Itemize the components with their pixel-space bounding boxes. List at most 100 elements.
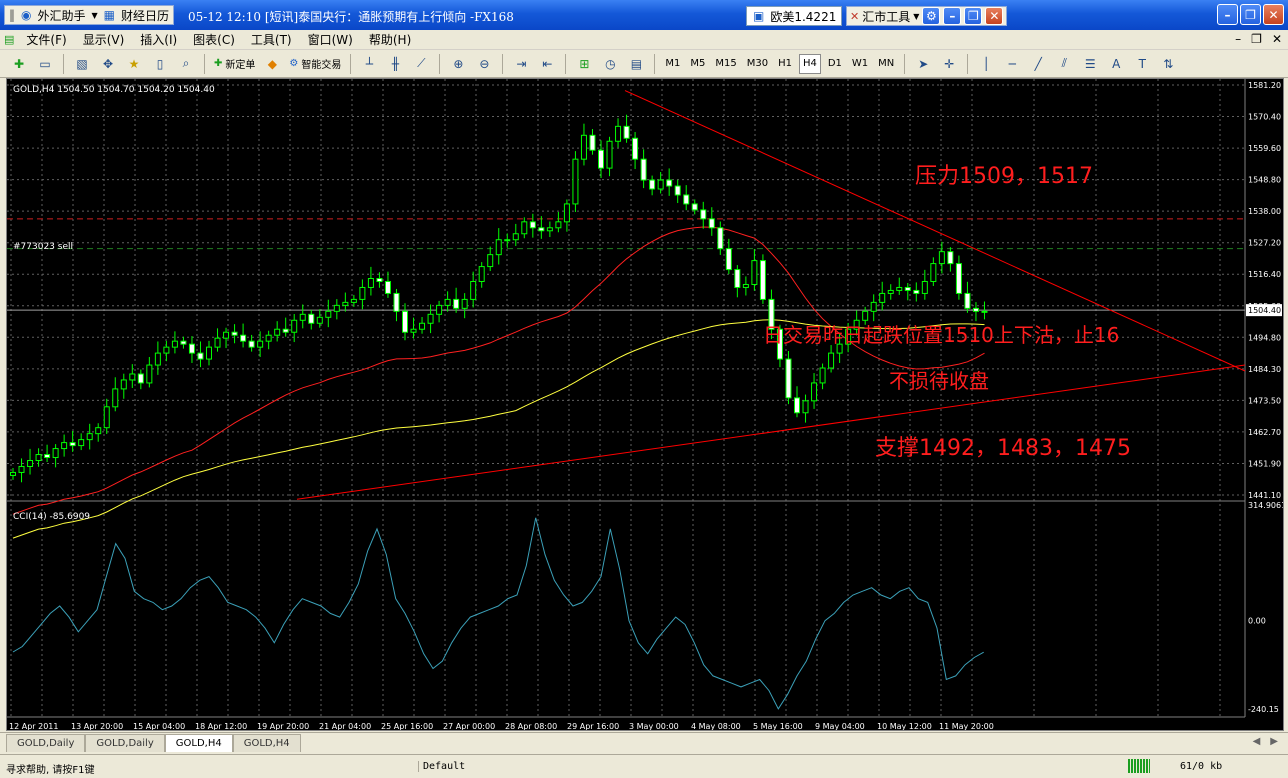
text-icon[interactable]: A — [1105, 53, 1127, 75]
tab-gold-h4-2[interactable]: GOLD,H4 — [232, 734, 301, 752]
candle-body — [751, 260, 758, 285]
zoom-out-icon[interactable]: ⊖ — [473, 53, 495, 75]
fibonacci-icon[interactable]: ☰ — [1079, 53, 1101, 75]
periods-icon[interactable]: ◷ — [599, 53, 621, 75]
autoscroll-icon[interactable]: ⇥ — [510, 53, 532, 75]
toolbar-separator — [565, 53, 567, 74]
tab-gold-daily-1[interactable]: GOLD,Daily — [6, 734, 86, 752]
fx-tools-label: 汇市工具 — [862, 9, 911, 24]
strategy-annotation-2: 不损待收盘 — [889, 369, 989, 393]
text-label-icon[interactable]: T — [1131, 53, 1153, 75]
menu-file[interactable]: 文件(F) — [18, 31, 74, 48]
timeframe-h4[interactable]: H4 — [798, 53, 821, 74]
tester-icon[interactable]: ⌕ — [175, 53, 197, 75]
zoom-in-icon[interactable]: ⊕ — [447, 53, 469, 75]
menu-help[interactable]: 帮助(H) — [361, 31, 419, 48]
candle-body — [598, 149, 604, 169]
timeframe-m15[interactable]: M15 — [712, 54, 739, 74]
fx-tools-menu[interactable]: ✕ 汇市工具 ▼ ⚙ – ❐ ✕ — [846, 6, 1008, 26]
timeframe-m30[interactable]: M30 — [744, 54, 771, 74]
calendar-button[interactable]: 财经日历 — [121, 7, 169, 24]
cci-line — [12, 517, 984, 710]
candle-body — [478, 266, 485, 282]
menu-insert[interactable]: 插入(I) — [132, 31, 185, 48]
chart-canvas[interactable]: 1581.20 1570.40 1559.60 1548.80 1538.00 1527.… — [7, 79, 1286, 731]
price-tick-label: 1570.40 — [1248, 113, 1281, 122]
candle-body — [734, 269, 741, 288]
candlestick-icon[interactable]: ╫ — [384, 53, 406, 75]
minimize-button[interactable]: – — [1217, 4, 1238, 25]
terminal-icon[interactable]: ▯ — [149, 53, 171, 75]
candle-body — [487, 254, 494, 268]
mdi-controls: – ❐ ✕ — [1235, 32, 1282, 46]
candle-body — [265, 334, 272, 342]
plugin-restore-button[interactable]: ❐ — [964, 7, 983, 25]
trendline-icon[interactable]: ╱ — [1027, 53, 1049, 75]
new-order-button[interactable]: ✚ 新定单 — [212, 53, 257, 75]
timeframe-d1[interactable]: D1 — [825, 54, 845, 74]
candle-body — [495, 239, 502, 256]
indicators-icon[interactable]: ⊞ — [573, 53, 595, 75]
globe-icon: ◉ — [21, 8, 32, 22]
quote-box[interactable]: ▣ 欧美1.4221 — [746, 6, 842, 26]
arrows-icon[interactable]: ⇅ — [1157, 53, 1179, 75]
candle-body — [171, 340, 178, 348]
market-watch-icon[interactable]: ▧ — [71, 53, 93, 75]
chart-window[interactable]: 1581.20 1570.40 1559.60 1548.80 1538.00 1527.… — [6, 78, 1286, 731]
mdi-minimize-button[interactable]: – — [1235, 32, 1241, 46]
fx-helper-button[interactable]: 外汇助手 — [37, 7, 85, 24]
toolbar-separator — [350, 53, 352, 74]
candle-body — [913, 289, 920, 294]
candle-body — [794, 397, 800, 414]
bar-chart-icon[interactable]: ┴ — [358, 53, 380, 75]
timeframe-mn[interactable]: MN — [875, 54, 897, 74]
line-chart-icon[interactable]: ⟋ — [410, 53, 432, 75]
plugin-minimize-button[interactable]: – — [943, 7, 962, 25]
menu-tools[interactable]: 工具(T) — [243, 31, 300, 48]
profiles-icon[interactable]: ▭ — [34, 53, 56, 75]
candle-body — [717, 227, 724, 250]
expert-advisors-button[interactable]: ⚙ 智能交易 — [287, 53, 343, 75]
crosshair-icon[interactable]: ✛ — [938, 53, 960, 75]
channel-icon[interactable]: ⫽ — [1053, 53, 1075, 75]
tab-gold-daily-2[interactable]: GOLD,Daily — [85, 734, 165, 752]
timeframe-m1[interactable]: M1 — [662, 54, 683, 74]
mdi-restore-button[interactable]: ❐ — [1251, 32, 1262, 46]
tab-left-arrow-icon[interactable]: ◀ — [1253, 736, 1261, 747]
tab-right-arrow-icon[interactable]: ▶ — [1270, 736, 1278, 747]
new-chart-icon[interactable]: ✚ — [8, 53, 30, 75]
status-help: 寻求帮助, 请按F1键 — [6, 765, 95, 776]
menu-window[interactable]: 窗口(W) — [300, 31, 361, 48]
menu-charts[interactable]: 图表(C) — [185, 31, 243, 48]
settings-gear-icon[interactable]: ⚙ — [922, 7, 941, 25]
templates-icon[interactable]: ▤ — [625, 53, 647, 75]
mdi-close-button[interactable]: ✕ — [1272, 32, 1282, 46]
data-window-icon[interactable]: ✥ — [97, 53, 119, 75]
window-controls: – ❐ ✕ — [1217, 4, 1284, 25]
chart-shift-icon[interactable]: ⇤ — [536, 53, 558, 75]
candle-body — [623, 125, 630, 139]
news-ticker[interactable]: 05-12 12:10 [短讯]泰国央行：通胀预期有上行倾向 -FX168 — [188, 8, 514, 25]
menu-view[interactable]: 显示(V) — [75, 31, 133, 48]
expert-icon: ⚙ — [289, 58, 299, 69]
horizontal-line-icon[interactable]: ─ — [1001, 53, 1023, 75]
cursor-icon[interactable]: ➤ — [912, 53, 934, 75]
chart-window-icon[interactable]: ▤ — [0, 33, 18, 46]
timeframe-h1[interactable]: H1 — [775, 54, 795, 74]
news-text[interactable]: [短讯]泰国央行：通胀预期有上行倾向 — [265, 10, 466, 24]
close-button[interactable]: ✕ — [1263, 4, 1284, 25]
dropdown-arrow-icon[interactable]: ▼ — [92, 11, 98, 20]
maximize-button[interactable]: ❐ — [1240, 4, 1261, 25]
plugin-close-button[interactable]: ✕ — [985, 7, 1004, 25]
status-bar: 寻求帮助, 请按F1键 Default 61/0 kb — [0, 754, 1288, 778]
navigator-icon[interactable]: ★ — [123, 53, 145, 75]
timeframe-m5[interactable]: M5 — [687, 54, 708, 74]
tab-gold-h4-1[interactable]: GOLD,H4 — [164, 734, 233, 752]
metaeditor-icon[interactable]: ◆ — [261, 53, 283, 75]
timeframe-w1[interactable]: W1 — [849, 54, 871, 74]
time-tick-label: 9 May 04:00 — [815, 722, 865, 730]
candle-body — [325, 310, 332, 318]
toolbar-separator — [502, 53, 504, 74]
resistance-annotation: 压力1509，1517 — [915, 164, 1093, 189]
vertical-line-icon[interactable]: │ — [975, 53, 997, 75]
